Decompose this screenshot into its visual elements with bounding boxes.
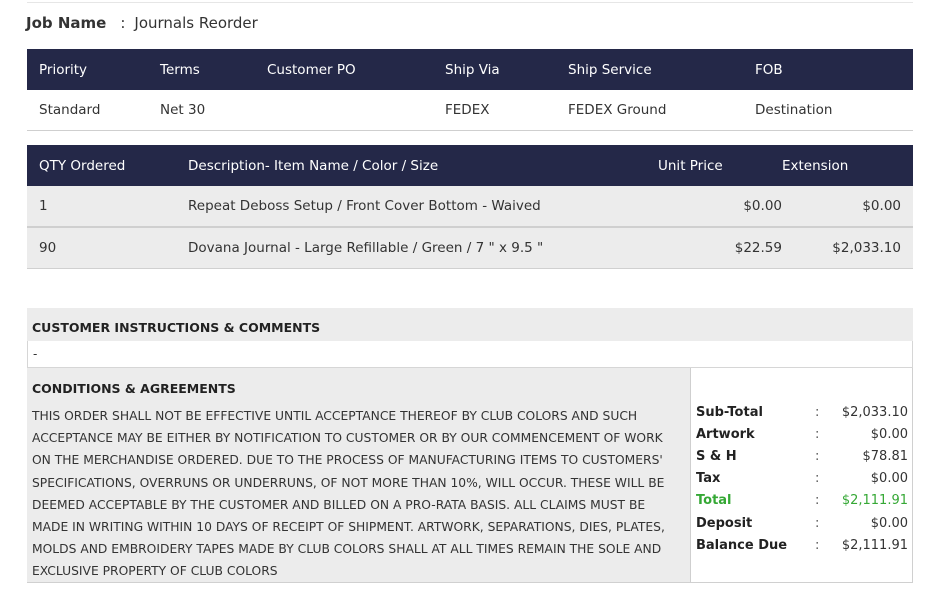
header-unit-price: Unit Price [658,145,782,186]
header-terms: Terms [160,49,267,90]
table-row: 90 Dovana Journal - Large Refillable / G… [27,227,913,269]
fob-value: Destination [755,90,913,131]
tax-colon: : [815,471,820,486]
items-header-row: QTY Ordered Description- Item Name / Col… [27,145,913,186]
ship-service-value: FEDEX Ground [568,90,755,131]
header-qty: QTY Ordered [27,145,188,186]
shipping-handling-label: S & H [696,449,737,464]
header-ship-via: Ship Via [445,49,568,90]
artwork-colon: : [815,427,820,442]
item-extension: $0.00 [782,186,913,228]
conditions-text: THIS ORDER SHALL NOT BE EFFECTIVE UNTIL … [32,409,665,579]
top-divider [27,2,913,3]
instructions-text: - [27,341,913,368]
conditions-panel: CONDITIONS & AGREEMENTS THIS ORDER SHALL… [27,368,691,583]
artwork-label: Artwork [696,427,755,442]
deposit-label: Deposit [696,516,753,531]
shipping-table: Priority Terms Customer PO Ship Via Ship… [27,49,913,131]
conditions-title: CONDITIONS & AGREEMENTS [32,381,236,396]
subtotal-colon: : [815,405,820,420]
item-description: Dovana Journal - Large Refillable / Gree… [188,227,658,269]
job-name-label: Job Name [26,14,107,32]
balance-due-value: $2,111.91 [841,538,908,553]
item-qty: 90 [27,227,188,269]
shipping-handling-colon: : [815,449,820,464]
item-description: Repeat Deboss Setup / Front Cover Bottom… [188,186,658,228]
header-ship-service: Ship Service [568,49,755,90]
shipping-handling-row: S & H : $78.81 [691,449,913,469]
totals-panel: Sub-Total : $2,033.10 Artwork : $0.00 S … [691,368,913,583]
item-unit-price: $22.59 [658,227,782,269]
header-extension: Extension [782,145,913,186]
subtotal-label: Sub-Total [696,405,763,420]
table-row: 1 Repeat Deboss Setup / Front Cover Bott… [27,186,913,228]
shipping-handling-value: $78.81 [862,449,909,464]
item-unit-price: $0.00 [658,186,782,228]
header-description: Description- Item Name / Color / Size [188,145,658,186]
customer-po-value [267,90,445,131]
subtotal-row: Sub-Total : $2,033.10 [691,405,913,425]
items-table: QTY Ordered Description- Item Name / Col… [27,145,913,269]
job-name: Job Name: Journals Reorder [26,14,258,32]
tax-value: $0.00 [870,471,908,486]
total-colon: : [815,493,820,508]
terms-value: Net 30 [160,90,267,131]
tax-label: Tax [696,471,721,486]
item-qty: 1 [27,186,188,228]
deposit-row: Deposit : $0.00 [691,516,913,536]
total-value: $2,111.91 [841,493,908,508]
balance-due-row: Balance Due : $2,111.91 [691,538,913,558]
artwork-row: Artwork : $0.00 [691,427,913,447]
instructions-title: CUSTOMER INSTRUCTIONS & COMMENTS [27,308,913,341]
header-priority: Priority [27,49,160,90]
deposit-value: $0.00 [870,516,908,531]
total-row: Total : $2,111.91 [691,493,913,513]
tax-row: Tax : $0.00 [691,471,913,491]
job-name-value: Journals Reorder [134,14,258,32]
balance-due-colon: : [815,538,820,553]
total-label: Total [696,493,732,508]
shipping-header-row: Priority Terms Customer PO Ship Via Ship… [27,49,913,90]
shipping-row: Standard Net 30 FEDEX FEDEX Ground Desti… [27,90,913,131]
header-fob: FOB [755,49,913,90]
subtotal-value: $2,033.10 [841,405,908,420]
artwork-value: $0.00 [870,427,908,442]
item-extension: $2,033.10 [782,227,913,269]
balance-due-label: Balance Due [696,538,788,553]
ship-via-value: FEDEX [445,90,568,131]
header-customer-po: Customer PO [267,49,445,90]
job-name-colon: : [120,14,126,32]
priority-value: Standard [27,90,160,131]
deposit-colon: : [815,516,820,531]
